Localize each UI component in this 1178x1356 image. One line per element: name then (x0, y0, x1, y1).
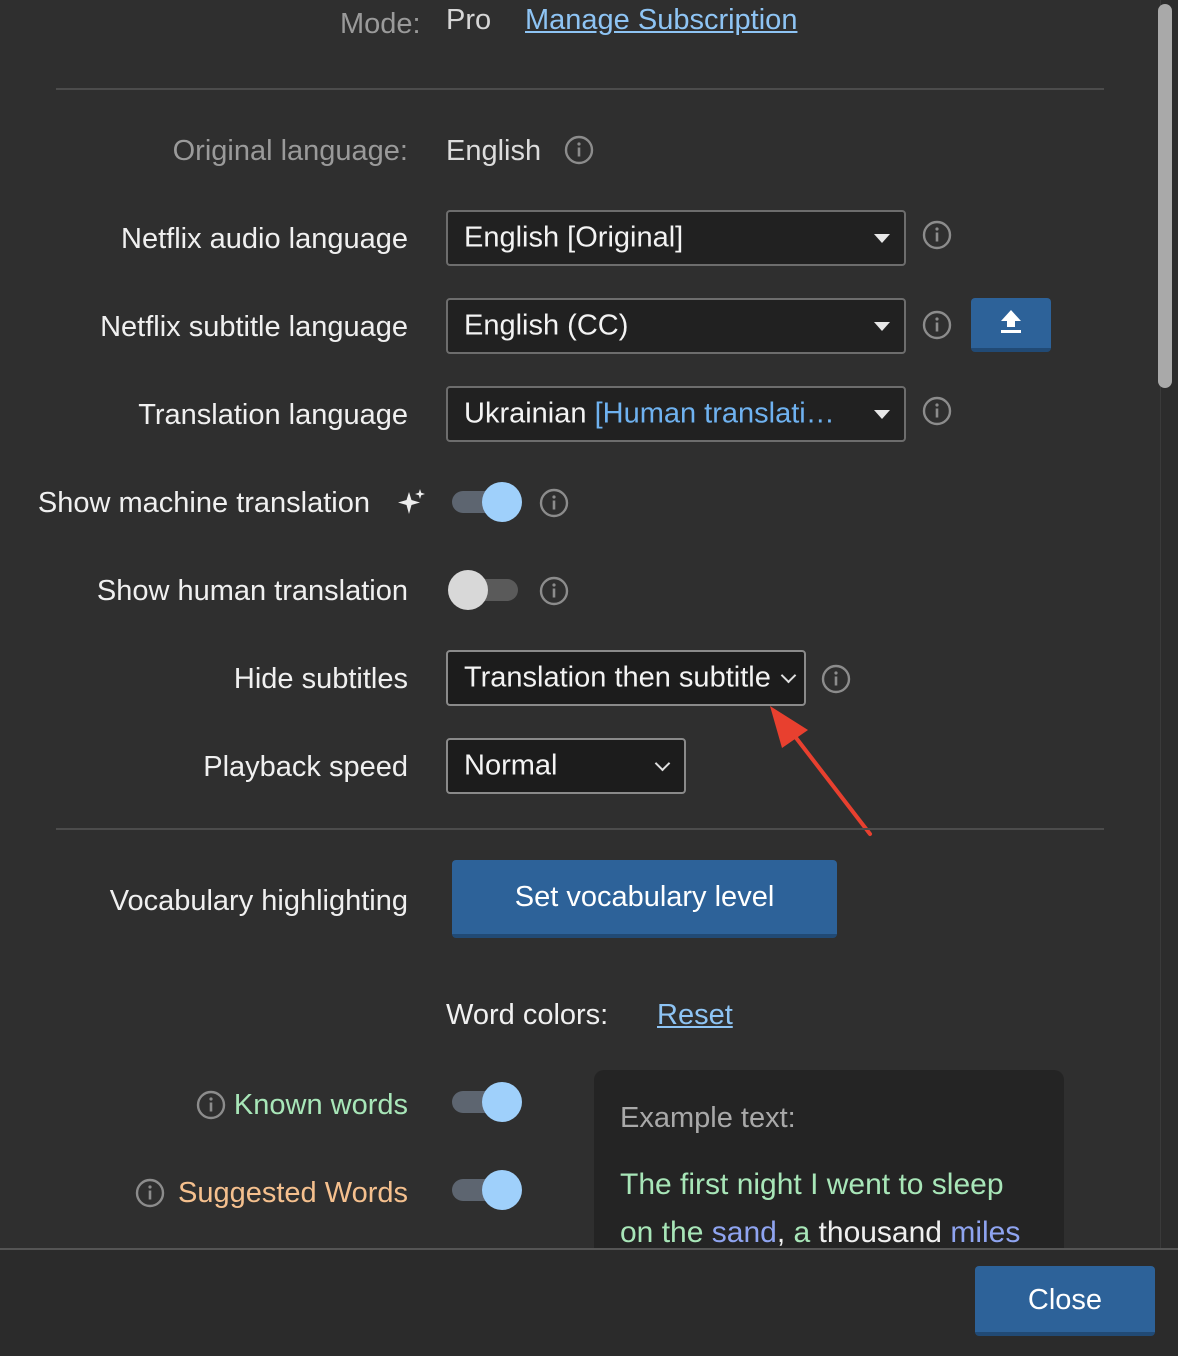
divider-top (56, 88, 1104, 90)
known-words-toggle[interactable] (448, 1082, 522, 1122)
info-icon[interactable] (922, 396, 952, 426)
scrollbar-thumb[interactable] (1158, 4, 1172, 388)
info-icon[interactable] (922, 220, 952, 250)
info-icon[interactable] (196, 1090, 226, 1120)
chevron-down-icon (780, 667, 797, 684)
audio-language-label: Netflix audio language (121, 223, 408, 255)
suggested-words-toggle[interactable] (448, 1170, 522, 1210)
human-translation-toggle[interactable] (448, 570, 522, 610)
mode-label: Mode: (340, 8, 421, 40)
settings-panel: Mode: Pro Manage Subscription Original l… (0, 0, 1160, 1248)
caret-down-icon (874, 322, 890, 331)
translation-type-note: [Human translati… (594, 397, 835, 430)
vocabulary-label: Vocabulary highlighting (109, 885, 408, 917)
divider-middle (56, 828, 1104, 830)
manage-subscription-link[interactable]: Manage Subscription (525, 2, 797, 38)
caret-down-icon (874, 410, 890, 419)
info-icon[interactable] (564, 135, 594, 165)
chevron-down-icon (654, 755, 671, 772)
playback-speed-selected: Normal (464, 749, 558, 782)
word-colors-label: Word colors: (446, 999, 609, 1031)
info-icon[interactable] (539, 576, 569, 606)
example-text-box: Example text: The first night I went to … (594, 1070, 1064, 1248)
hide-subtitles-label: Hide subtitles (233, 663, 408, 695)
example-title: Example text: (620, 1102, 796, 1134)
human-translation-label: Show human translation (96, 575, 408, 607)
hide-subtitles-selected: Translation then subtitle (464, 661, 771, 694)
original-language-value: English (446, 135, 542, 167)
playback-speed-select[interactable]: Normal (446, 738, 686, 794)
original-language-label: Original language: (172, 135, 408, 167)
set-vocabulary-level-button[interactable]: Set vocabulary level (452, 860, 837, 938)
info-icon[interactable] (821, 664, 851, 694)
sparkle-icon (396, 488, 426, 523)
dialog-footer: Close (0, 1248, 1178, 1356)
machine-translation-label: Show machine translation (37, 487, 370, 519)
info-icon[interactable] (539, 488, 569, 518)
audio-language-selected: English [Original] (464, 221, 684, 254)
translation-language-label: Translation language (138, 399, 408, 431)
audio-language-select[interactable]: English [Original] (446, 210, 906, 266)
close-button[interactable]: Close (975, 1266, 1155, 1336)
info-icon[interactable] (922, 310, 952, 340)
machine-translation-toggle[interactable] (448, 482, 522, 522)
example-line-2: on the sand, a thousand miles (620, 1216, 1021, 1248)
translation-language-selected: Ukrainian (464, 397, 587, 430)
subtitle-language-label: Netflix subtitle language (100, 311, 408, 343)
subtitle-language-selected: English (CC) (464, 309, 629, 342)
subtitle-language-select[interactable]: English (CC) (446, 298, 906, 354)
suggested-words-label: Suggested Words (178, 1177, 408, 1209)
upload-icon (1001, 310, 1021, 333)
translation-language-select[interactable]: Ukrainian [Human translati… (446, 386, 906, 442)
reset-colors-link[interactable]: Reset (657, 997, 733, 1033)
mode-value: Pro (446, 4, 492, 36)
caret-down-icon (874, 234, 890, 243)
known-words-label: Known words (233, 1089, 408, 1121)
hide-subtitles-select[interactable]: Translation then subtitle (446, 650, 806, 706)
upload-subtitles-button[interactable] (971, 298, 1051, 352)
info-icon[interactable] (135, 1178, 165, 1208)
example-line-1: The first night I went to sleep (620, 1168, 1004, 1201)
playback-speed-label: Playback speed (203, 751, 408, 783)
